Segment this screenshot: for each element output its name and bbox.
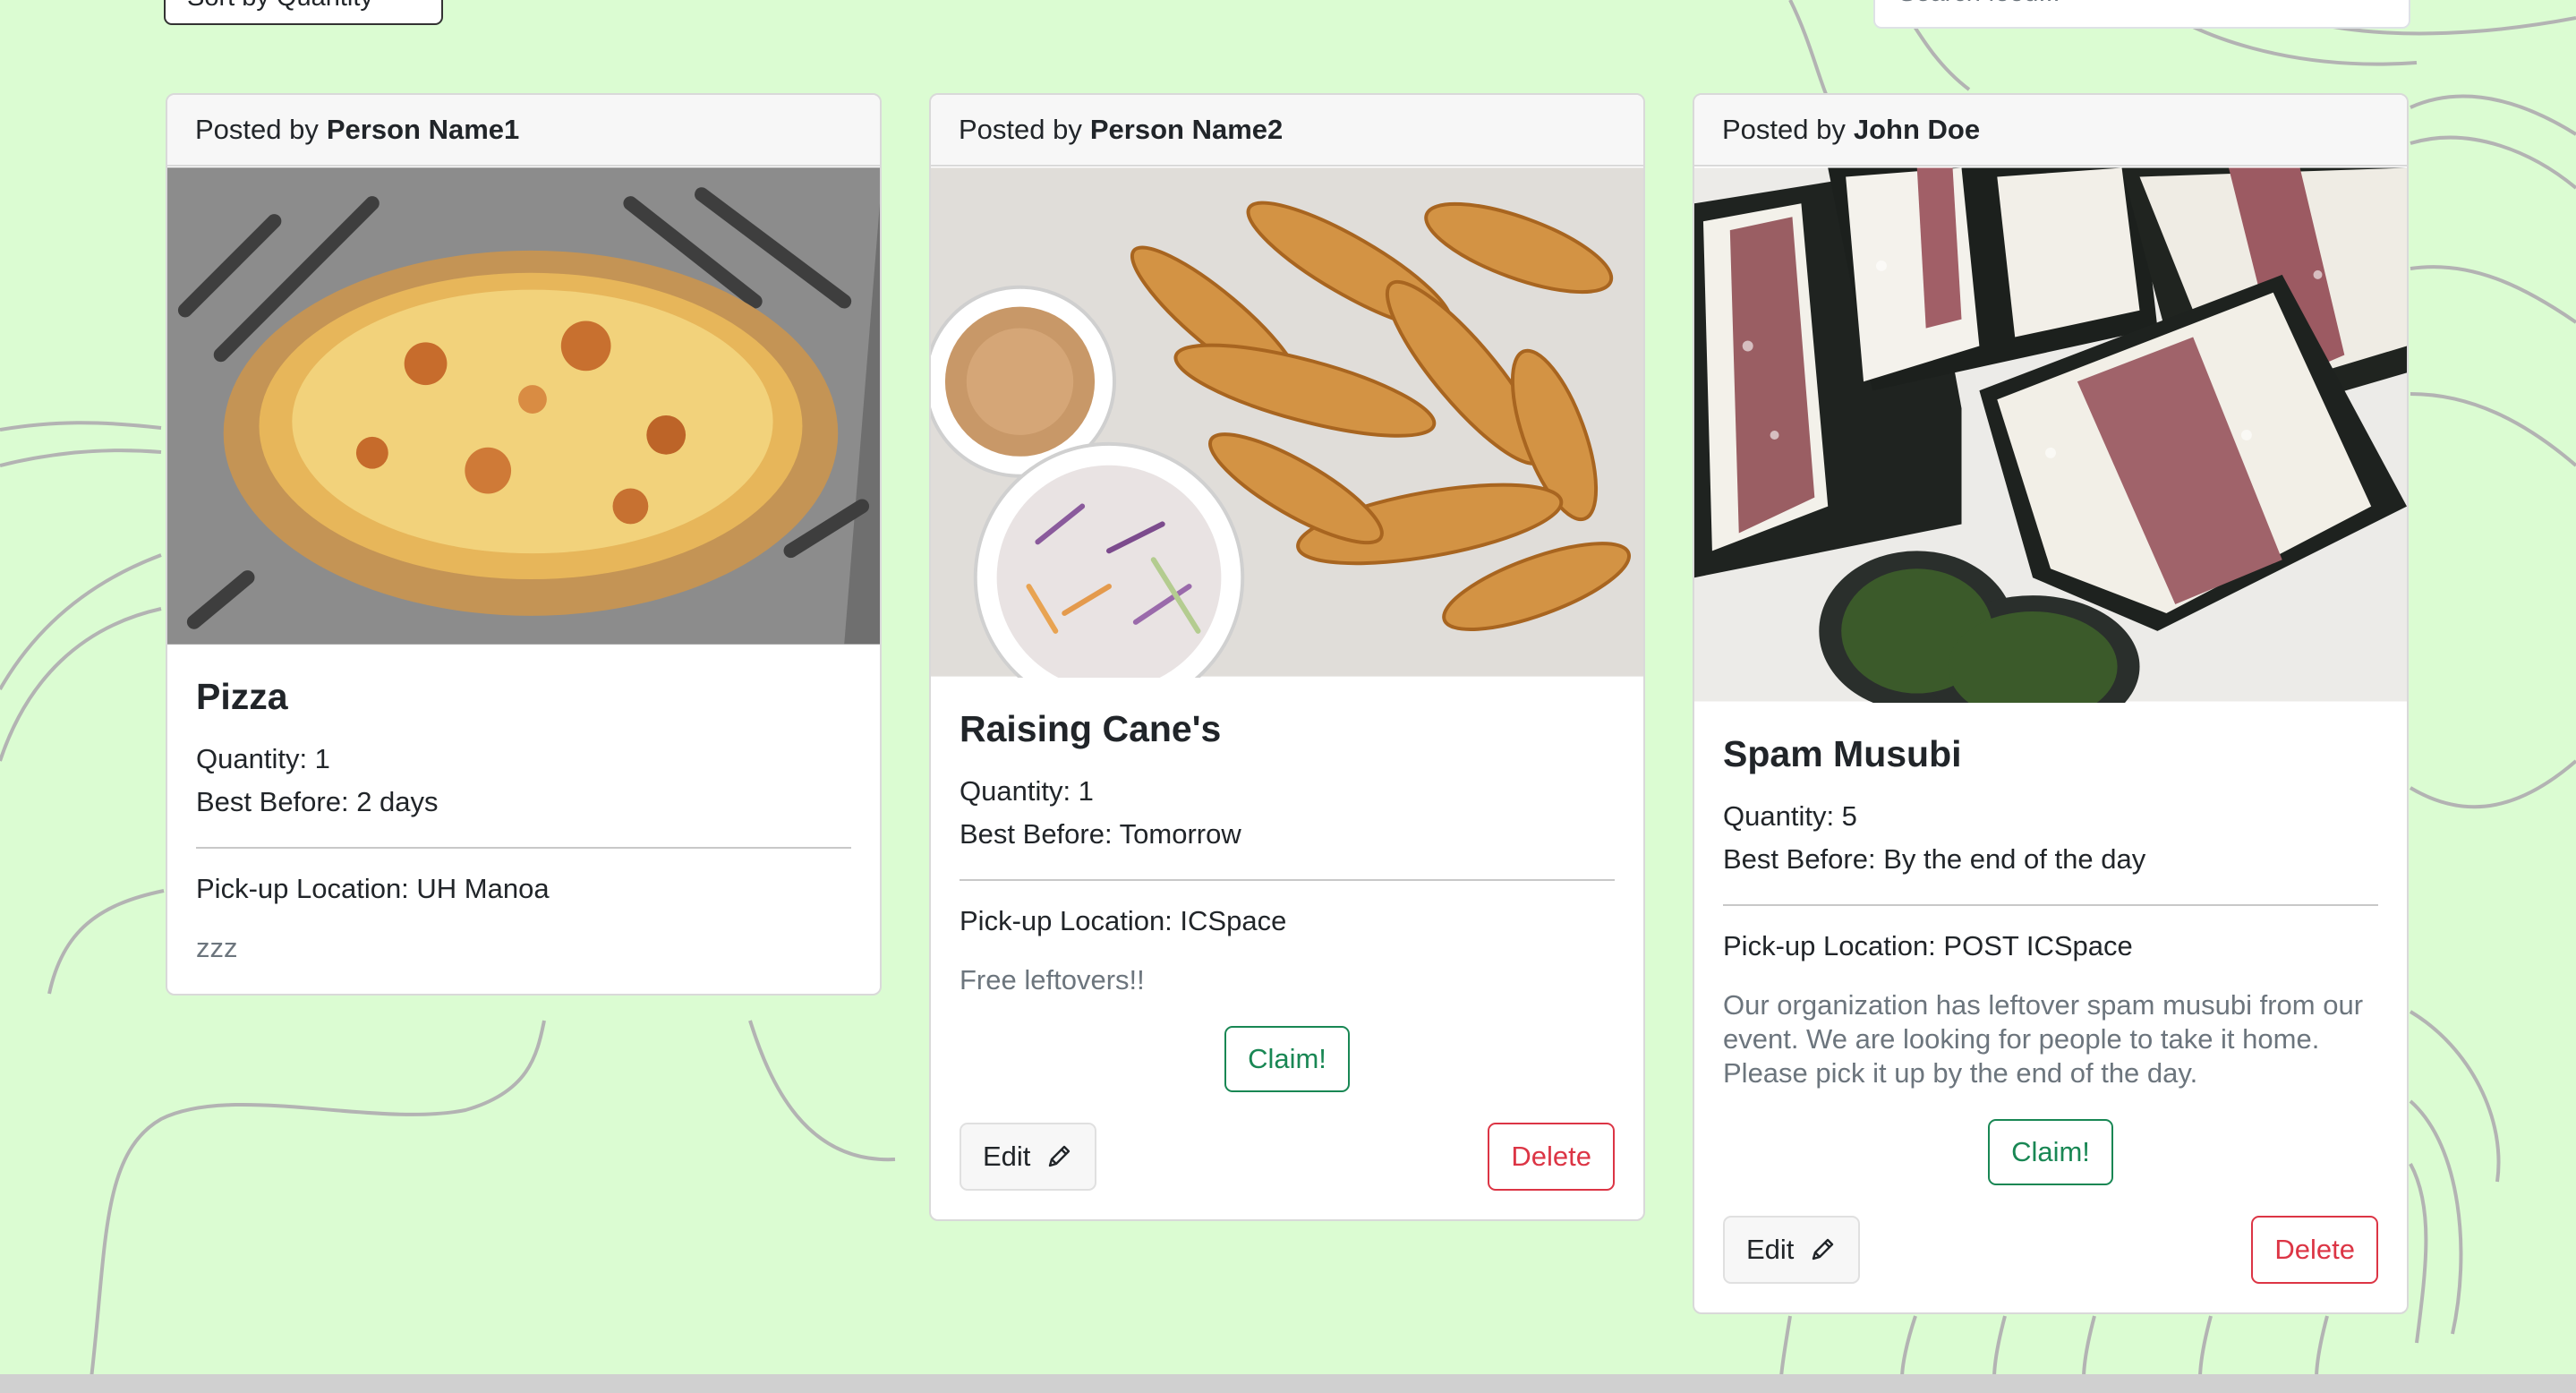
delete-button[interactable]: Delete — [1488, 1123, 1615, 1192]
food-card-spam-musubi: Posted by John Doe Spam Musubi Quantity:… — [1693, 93, 2409, 1315]
divider — [960, 879, 1615, 882]
food-description: Free leftovers!! — [960, 964, 1145, 996]
posted-by-label: Posted by — [1722, 114, 1846, 145]
quantity-text: Quantity: 1 — [196, 743, 330, 775]
search-input[interactable] — [1873, 0, 2410, 29]
claim-button[interactable]: Claim! — [1224, 1026, 1350, 1093]
food-image-raising-canes — [931, 167, 1643, 678]
pickup-location-text: Pick-up Location: POST ICSpace — [1723, 930, 2133, 962]
divider — [196, 847, 851, 850]
author-name: Person Name1 — [326, 114, 520, 145]
food-title: Pizza — [196, 676, 288, 717]
author-name: Person Name2 — [1089, 114, 1284, 145]
food-image-pizza — [167, 167, 880, 645]
claim-button[interactable]: Claim! — [1988, 1119, 2113, 1186]
pencil-icon — [1049, 1145, 1070, 1167]
pickup-location-text: Pick-up Location: ICSpace — [960, 905, 1287, 937]
sort-dropdown-button[interactable]: Sort by Quantity — [164, 0, 443, 25]
pencil-icon — [1813, 1238, 1834, 1261]
food-description: Our organization has leftover spam musub… — [1723, 989, 2364, 1090]
food-card-raising-canes: Posted by Person Name2 Raising Cane's Qu… — [929, 93, 1645, 1222]
food-card-pizza: Posted by Person Name1 Pizza Quantity: 1… — [166, 93, 882, 996]
quantity-text: Quantity: 1 — [960, 775, 1094, 808]
edit-button[interactable]: Edit — [960, 1123, 1097, 1192]
best-before-text: Best Before: By the end of the day — [1723, 843, 2146, 876]
posted-by-label: Posted by — [959, 114, 1082, 145]
best-before-text: Best Before: Tomorrow — [960, 818, 1241, 850]
card-header: Posted by Person Name2 — [931, 95, 1643, 167]
author-name: John Doe — [1853, 114, 1981, 145]
card-header: Posted by John Doe — [1694, 95, 2407, 167]
edit-label: Edit — [1746, 1234, 1795, 1266]
card-header: Posted by Person Name1 — [167, 95, 880, 167]
quantity-text: Quantity: 5 — [1723, 800, 1857, 833]
footer-bar — [0, 1374, 2576, 1393]
pickup-location-text: Pick-up Location: UH Manoa — [196, 873, 550, 905]
edit-label: Edit — [983, 1141, 1031, 1173]
food-title: Raising Cane's — [960, 708, 1222, 749]
edit-button[interactable]: Edit — [1723, 1216, 1861, 1285]
divider — [1723, 904, 2378, 907]
food-title: Spam Musubi — [1723, 733, 1962, 774]
food-description: zzz — [196, 932, 238, 964]
food-image-spam-musubi — [1694, 167, 2407, 703]
delete-button[interactable]: Delete — [2251, 1216, 2378, 1285]
best-before-text: Best Before: 2 days — [196, 786, 439, 818]
posted-by-label: Posted by — [195, 114, 319, 145]
